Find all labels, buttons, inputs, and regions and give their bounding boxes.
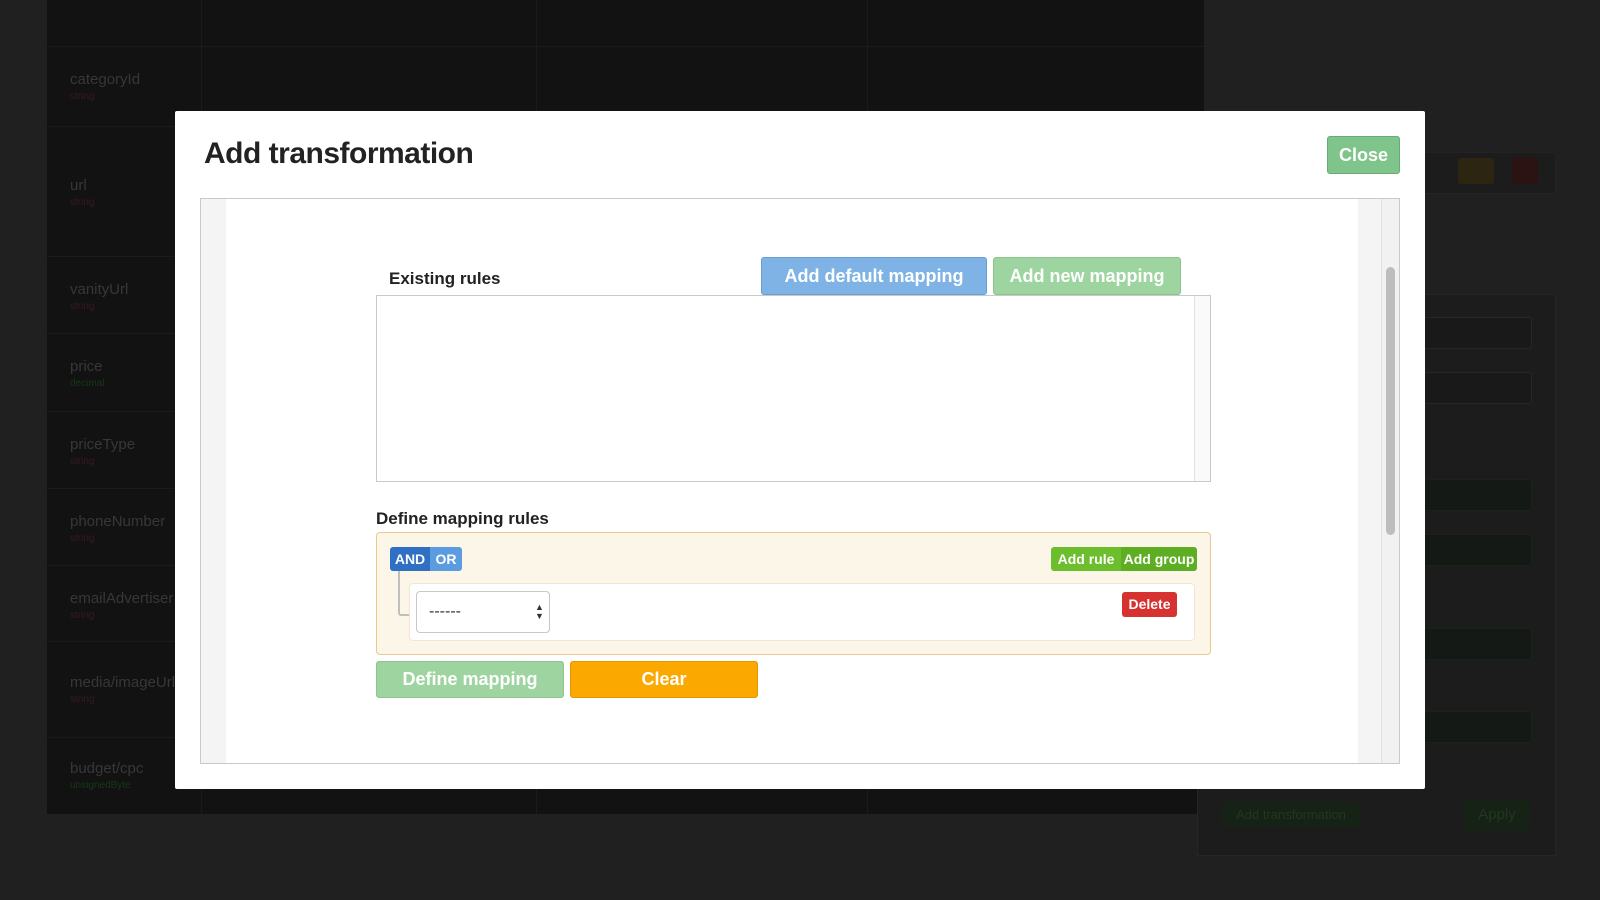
rule-field-select[interactable]: ------ ▲ ▼ [416,591,550,633]
add-transformation-modal: Add transformation Close Existing rules … [175,111,1425,789]
existing-rules-scrollbar[interactable] [1194,296,1210,481]
define-mapping-button[interactable]: Define mapping [376,661,564,698]
add-new-mapping-button[interactable]: Add new mapping [993,257,1181,295]
existing-rules-label: Existing rules [389,269,501,288]
query-builder: AND OR Add rule Add group ------ ▲ ▼ Dele… [376,532,1211,655]
select-updown-icon: ▲ ▼ [535,602,544,621]
rule-field-select-value: ------ [429,603,461,620]
mapping-frame: Existing rules Add default mapping Add n… [200,198,1400,764]
frame-scrollbar-thumb[interactable] [1386,267,1395,535]
mapping-frame-content: Existing rules Add default mapping Add n… [226,199,1358,763]
existing-rules-list[interactable] [376,295,1211,482]
delete-rule-button[interactable]: Delete [1122,592,1177,617]
add-group-button[interactable]: Add group [1121,547,1197,571]
clear-button[interactable]: Clear [570,661,758,698]
frame-scrollbar[interactable] [1381,199,1399,763]
add-default-mapping-button[interactable]: Add default mapping [761,257,987,295]
and-conjunction-button[interactable]: AND [390,547,430,571]
rule-row: ------ ▲ ▼ Delete [409,583,1195,641]
or-conjunction-button[interactable]: OR [430,547,462,571]
define-mapping-rules-label: Define mapping rules [376,509,549,528]
add-rule-button[interactable]: Add rule [1051,547,1121,571]
modal-title: Add transformation [204,137,474,170]
close-button[interactable]: Close [1327,136,1400,174]
